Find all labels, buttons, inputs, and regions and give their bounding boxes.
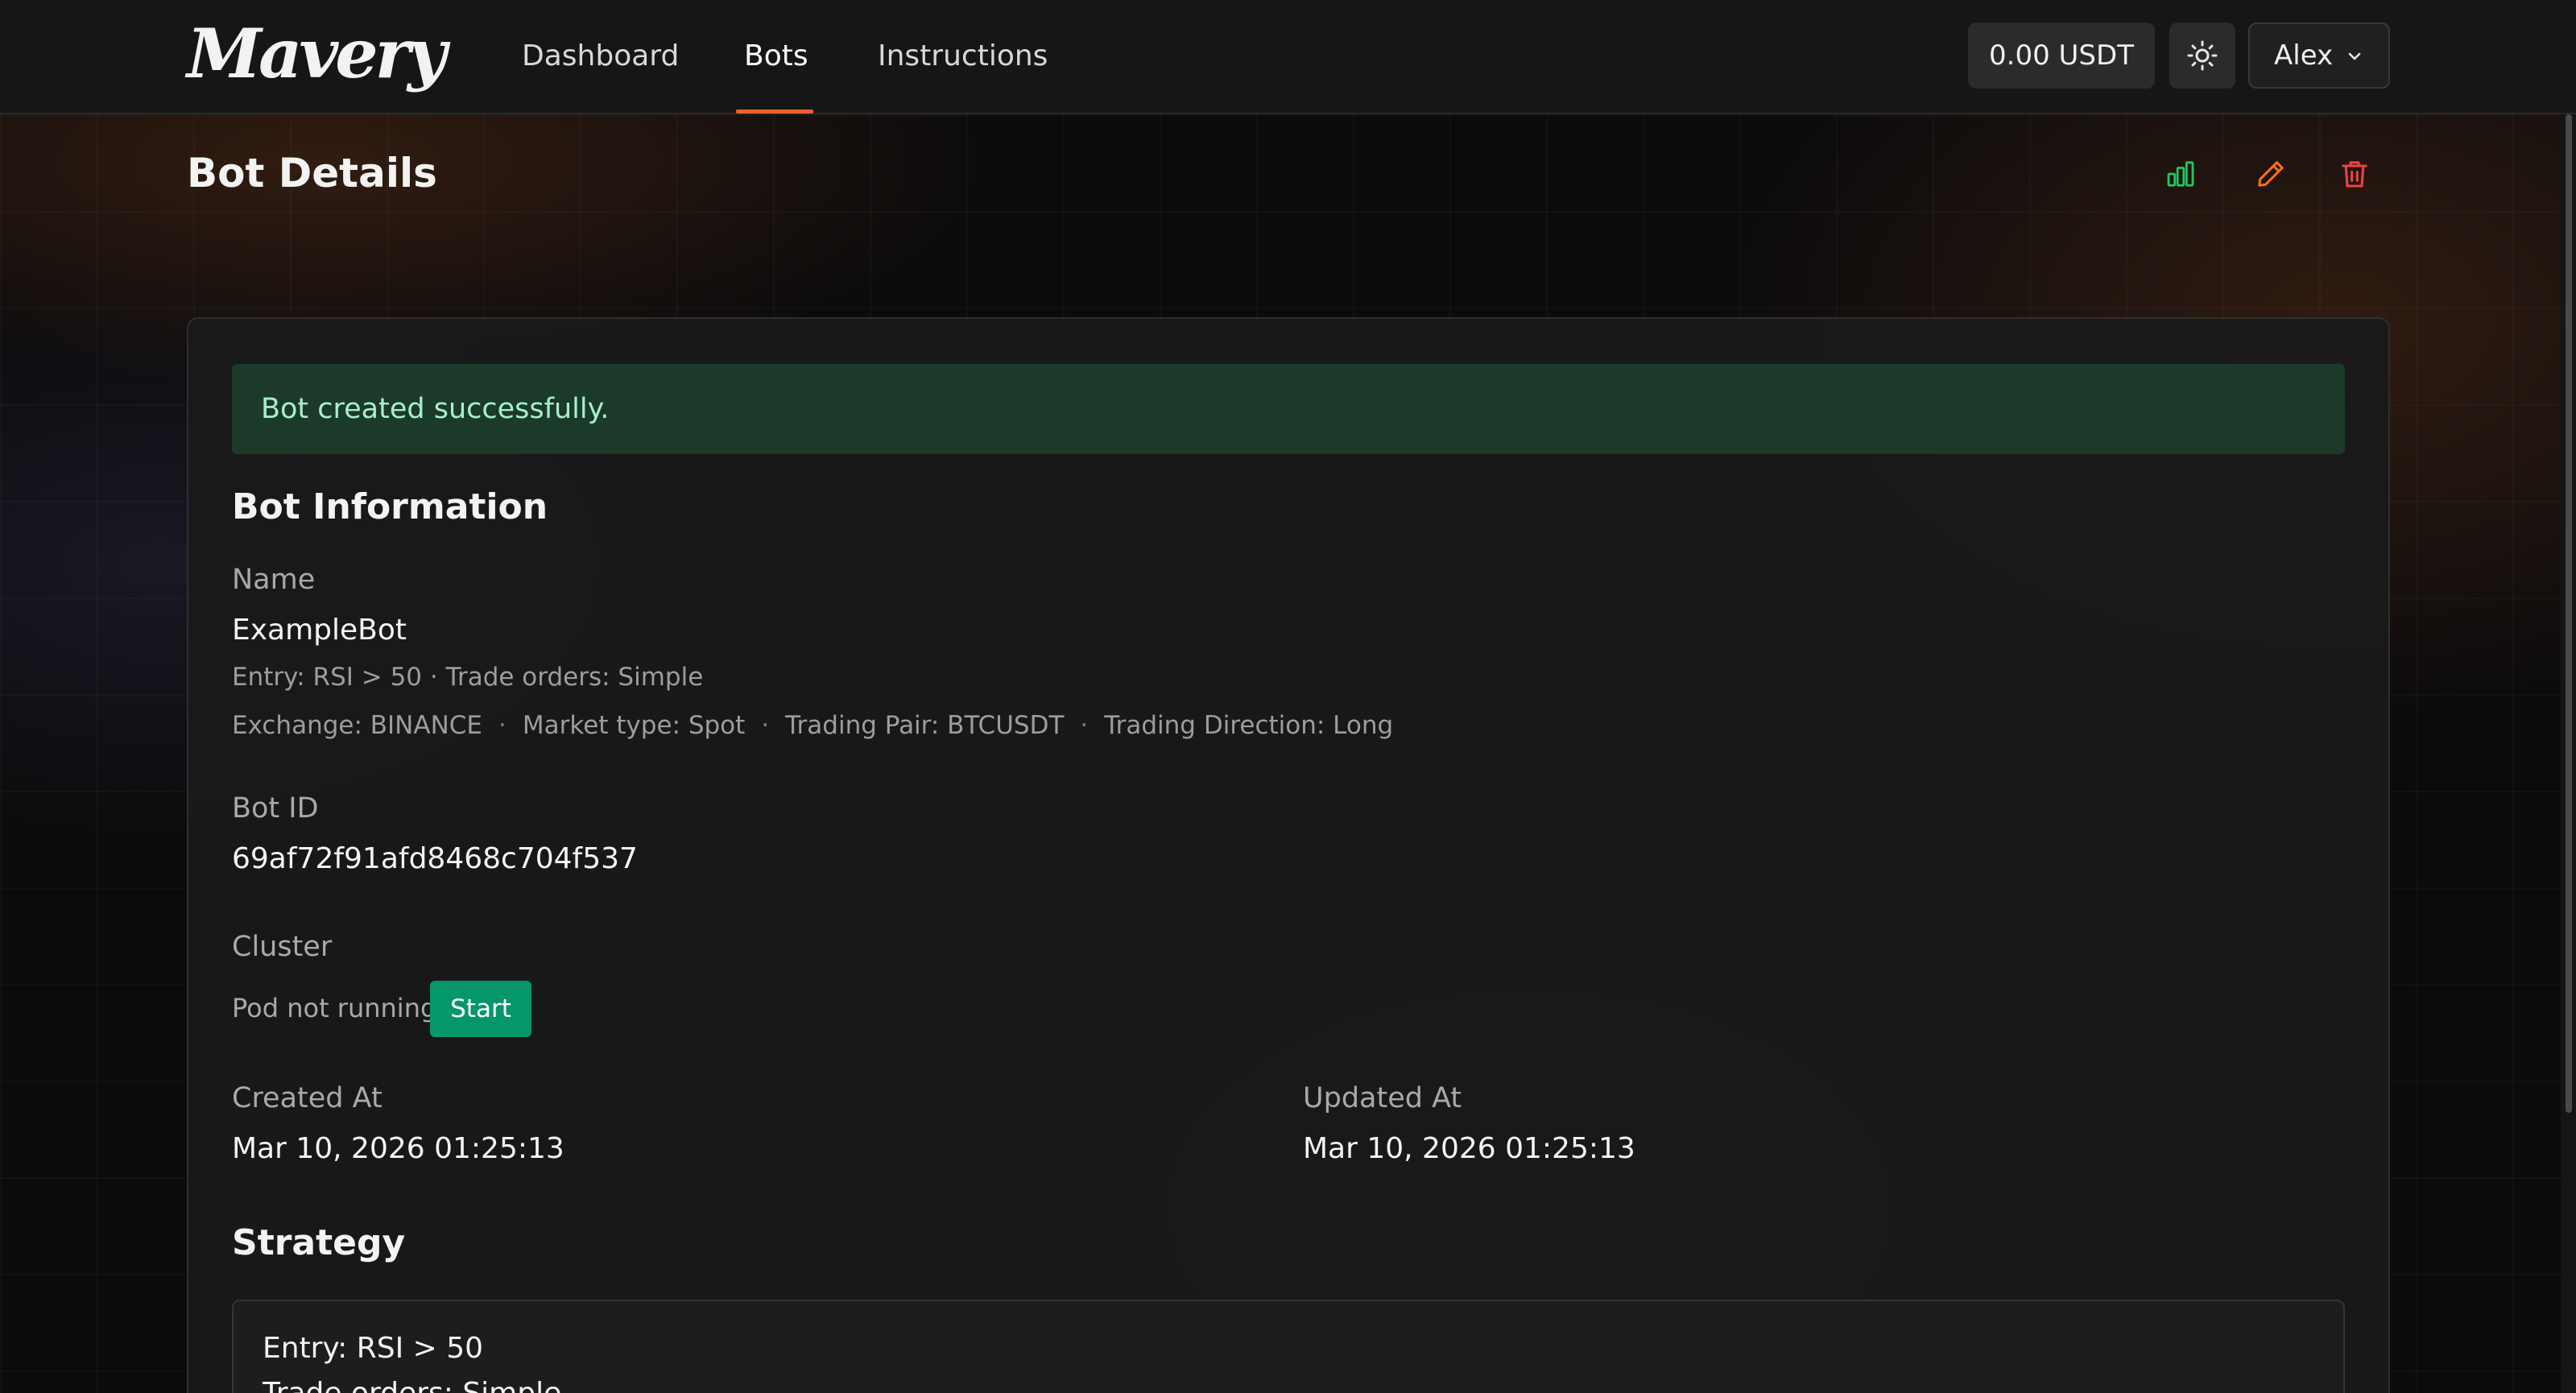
- strategy-entry-line: Entry: RSI > 50: [263, 1332, 484, 1365]
- nav-dashboard[interactable]: Dashboard: [522, 37, 679, 76]
- strategy-box: Entry: RSI > 50 Trade orders: Simple: [232, 1300, 2345, 1393]
- name-label: Name: [232, 564, 316, 596]
- success-alert: Bot created successfully.: [232, 364, 2345, 454]
- pod-status: Pod not running: [232, 993, 437, 1023]
- edit-button[interactable]: [2248, 151, 2293, 196]
- created-at-label: Created At: [232, 1082, 382, 1114]
- nav-instructions[interactable]: Instructions: [878, 37, 1048, 76]
- cluster-label: Cluster: [232, 931, 333, 963]
- bot-details-card: Bot created successfully. Bot Informatio…: [187, 317, 2390, 1393]
- updated-at-label: Updated At: [1303, 1082, 1462, 1114]
- trading-direction-meta: Trading Direction: Long: [1104, 711, 1394, 740]
- theme-toggle-button[interactable]: [2169, 23, 2235, 89]
- start-button[interactable]: Start: [430, 981, 531, 1037]
- statistics-button[interactable]: [2158, 151, 2203, 196]
- meta-separator: ·: [1080, 711, 1089, 740]
- top-navbar: Mavery Dashboard Bots Instructions 0.00 …: [0, 0, 2576, 114]
- updated-at-value: Mar 10, 2026 01:25:13: [1303, 1132, 1635, 1165]
- page-title: Bot Details: [187, 150, 437, 196]
- bot-id-value: 69af72f91afd8468c704f537: [232, 842, 638, 875]
- exchange-meta: Exchange: BINANCE: [232, 711, 482, 740]
- bot-id-label: Bot ID: [232, 792, 319, 825]
- market-type-meta: Market type: Spot: [522, 711, 746, 740]
- balance-display[interactable]: 0.00 USDT: [1968, 23, 2155, 89]
- trading-pair-meta: Trading Pair: BTCUSDT: [785, 711, 1065, 740]
- meta-separator: ·: [498, 711, 507, 740]
- trash-icon: [2342, 161, 2367, 188]
- bar-chart-icon: [2167, 161, 2194, 187]
- page: Mavery Dashboard Bots Instructions 0.00 …: [0, 0, 2576, 1393]
- bot-meta-line: Exchange: BINANCE · Market type: Spot · Trad…: [232, 709, 1393, 742]
- bot-summary: Entry: RSI > 50 · Trade orders: Simple: [232, 663, 704, 692]
- brand-logo[interactable]: Mavery: [187, 18, 447, 90]
- sun-icon: [2187, 40, 2218, 71]
- user-menu-button[interactable]: Alex: [2248, 23, 2390, 89]
- user-name: Alex: [2274, 39, 2334, 72]
- chevron-down-icon: [2348, 52, 2361, 60]
- strategy-orders-line: Trade orders: Simple: [263, 1374, 561, 1393]
- nav-bots[interactable]: Bots: [744, 37, 808, 76]
- bot-information-heading: Bot Information: [232, 486, 548, 527]
- pencil-icon: [2258, 161, 2284, 187]
- bot-name: ExampleBot: [232, 614, 407, 647]
- nav-active-indicator: [736, 110, 813, 114]
- meta-separator: ·: [761, 711, 770, 740]
- delete-button[interactable]: [2332, 151, 2377, 196]
- created-at-value: Mar 10, 2026 01:25:13: [232, 1132, 564, 1165]
- scrollbar-thumb[interactable]: [2566, 114, 2572, 1113]
- strategy-heading: Strategy: [232, 1222, 406, 1263]
